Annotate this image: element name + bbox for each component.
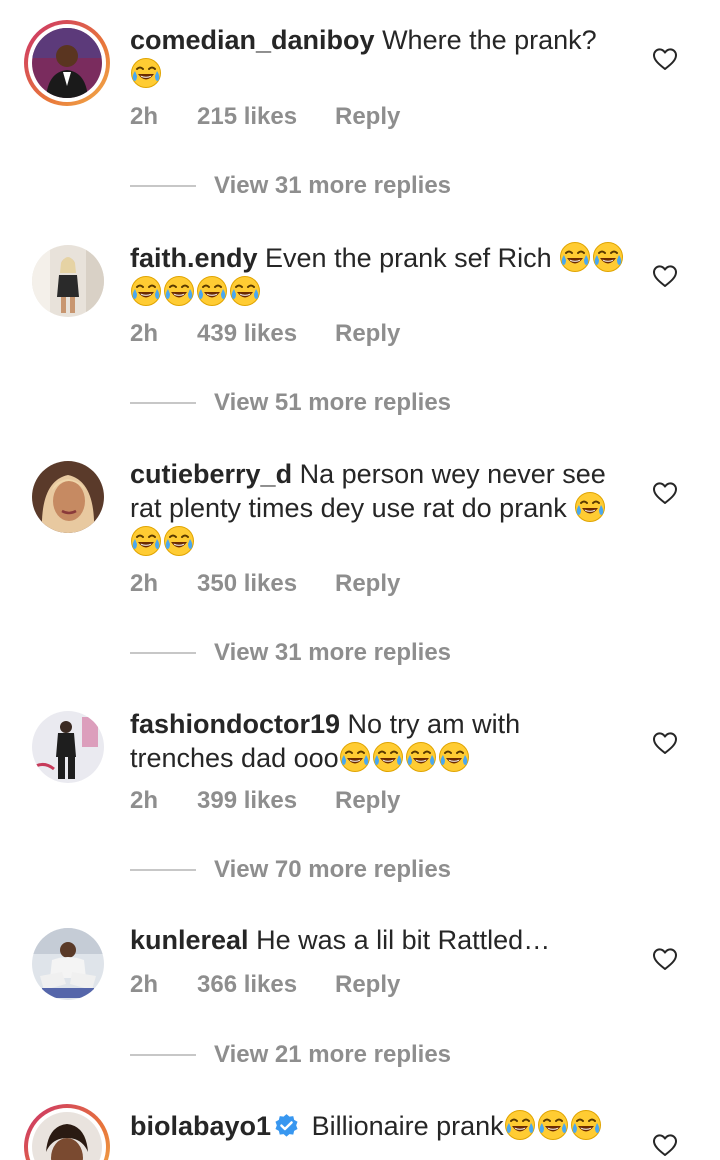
face-with-tears-of-joy-icon [130,57,162,89]
comment-time: 2h [130,570,159,597]
view-replies-button[interactable]: View 21 more replies [130,1041,451,1069]
divider-line [130,652,196,654]
face-with-tears-of-joy-icon [559,241,591,273]
face-with-tears-of-joy-icon [163,525,195,557]
comment-message: He was a lil bit Rattled… [256,925,551,955]
comment-meta: 2h 439 likes Reply [130,320,400,348]
view-replies-button[interactable]: View 70 more replies [130,856,451,884]
face-with-tears-of-joy-icon [229,275,261,307]
comment-meta: 2h 215 likes Reply [130,103,400,131]
emoji-group [504,1111,603,1141]
comment-time: 2h [130,971,159,998]
face-with-tears-of-joy-icon [196,275,228,307]
comment-username[interactable]: kunlereal [130,925,249,955]
comment-username[interactable]: comedian_daniboy [130,25,375,55]
avatar[interactable] [24,20,110,106]
divider-line [130,402,196,404]
heart-icon[interactable] [652,264,678,288]
heart-icon[interactable] [652,47,678,71]
comment-username[interactable]: cutieberry_d [130,459,292,489]
face-with-tears-of-joy-icon [339,741,371,773]
view-replies-label: View 51 more replies [214,389,452,416]
comment-likes[interactable]: 399 likes [197,787,335,815]
comment-time: 2h [130,787,159,814]
emoji-group [130,59,163,89]
comment-time: 2h [130,320,159,347]
view-replies-button[interactable]: View 51 more replies [130,389,451,417]
view-replies-button[interactable]: View 31 more replies [130,639,451,667]
view-replies-label: View 21 more replies [214,1041,452,1068]
comment-meta: 2h 350 likes Reply [130,570,400,598]
comment-likes[interactable]: 350 likes [197,570,335,598]
reply-button[interactable]: Reply [335,570,400,598]
comment-text: biolabayo1 Billionaire prank [130,1109,630,1143]
comment-text: comedian_daniboy Where the prank? [130,24,630,91]
comment-meta: 2h 399 likes Reply [130,787,400,815]
reply-button[interactable]: Reply [335,971,400,999]
face-with-tears-of-joy-icon [130,275,162,307]
comment-likes[interactable]: 366 likes [197,971,335,999]
comment-username[interactable]: fashiondoctor19 [130,709,340,739]
face-with-tears-of-joy-icon [592,241,624,273]
avatar[interactable] [32,245,104,317]
comment-likes[interactable]: 215 likes [197,103,335,131]
view-replies-label: View 31 more replies [214,639,452,666]
face-with-tears-of-joy-icon [570,1109,602,1141]
view-replies-label: View 31 more replies [214,172,452,199]
view-replies-label: View 70 more replies [214,856,452,883]
comment-message: Billionaire prank [311,1111,504,1141]
view-replies-button[interactable]: View 31 more replies [130,172,451,200]
face-with-tears-of-joy-icon [372,741,404,773]
reply-button[interactable]: Reply [335,103,400,131]
reply-button[interactable]: Reply [335,320,400,348]
comment-text: kunlereal He was a lil bit Rattled… [130,924,630,957]
face-with-tears-of-joy-icon [438,741,470,773]
comment-meta: 2h 366 likes Reply [130,971,400,999]
comment-text: faith.endy Even the prank sef Rich [130,241,630,309]
heart-icon[interactable] [652,481,678,505]
divider-line [130,185,196,187]
avatar[interactable] [32,928,104,1000]
face-with-tears-of-joy-icon [163,275,195,307]
comment-username[interactable]: biolabayo1 [130,1111,271,1141]
comment-time: 2h [130,103,159,130]
divider-line [130,869,196,871]
comment-text: fashiondoctor19 No try am with trenches … [130,708,630,775]
emoji-group [339,743,471,773]
verified-badge-icon [275,1114,298,1137]
avatar[interactable] [32,711,104,783]
reply-button[interactable]: Reply [335,787,400,815]
face-with-tears-of-joy-icon [537,1109,569,1141]
face-with-tears-of-joy-icon [130,525,162,557]
divider-line [130,1054,196,1056]
heart-icon[interactable] [652,731,678,755]
heart-icon[interactable] [652,947,678,971]
face-with-tears-of-joy-icon [574,491,606,523]
comment-message: Even the prank sef Rich [265,243,552,273]
comment-username[interactable]: faith.endy [130,243,258,273]
avatar[interactable] [32,461,104,533]
face-with-tears-of-joy-icon [405,741,437,773]
comment-message: Where the prank? [382,25,597,55]
comment-text: cutieberry_d Na person wey never see rat… [130,458,630,559]
heart-icon[interactable] [652,1133,678,1157]
comment-likes[interactable]: 439 likes [197,320,335,348]
avatar[interactable] [24,1104,110,1160]
face-with-tears-of-joy-icon [504,1109,536,1141]
